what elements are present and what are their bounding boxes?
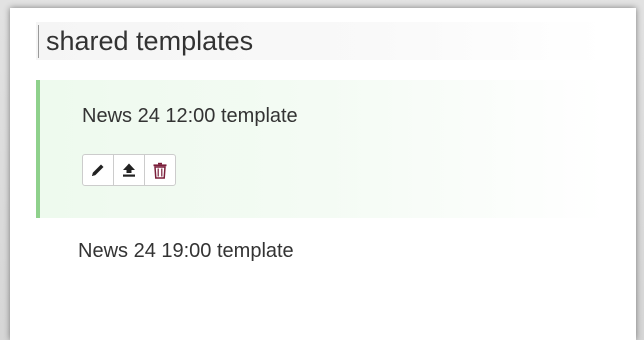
- template-name[interactable]: News 24 12:00 template: [82, 103, 298, 129]
- shared-templates-panel: shared templates News 24 12:00 template: [10, 8, 636, 340]
- template-actions: [82, 154, 176, 186]
- template-item-selected[interactable]: News 24 12:00 template: [36, 80, 606, 218]
- panel-header: shared templates: [36, 22, 606, 60]
- upload-button[interactable]: [113, 154, 145, 186]
- screen: shared templates News 24 12:00 template: [0, 0, 644, 340]
- trash-icon: [153, 162, 167, 179]
- edit-button[interactable]: [82, 154, 114, 186]
- template-name[interactable]: News 24 19:00 template: [78, 238, 294, 264]
- delete-button[interactable]: [144, 154, 176, 186]
- pencil-icon: [92, 164, 104, 176]
- template-item[interactable]: News 24 19:00 template: [36, 234, 606, 268]
- upload-icon: [123, 163, 135, 177]
- panel-title: shared templates: [46, 26, 254, 56]
- header-accent-bar: [38, 25, 39, 58]
